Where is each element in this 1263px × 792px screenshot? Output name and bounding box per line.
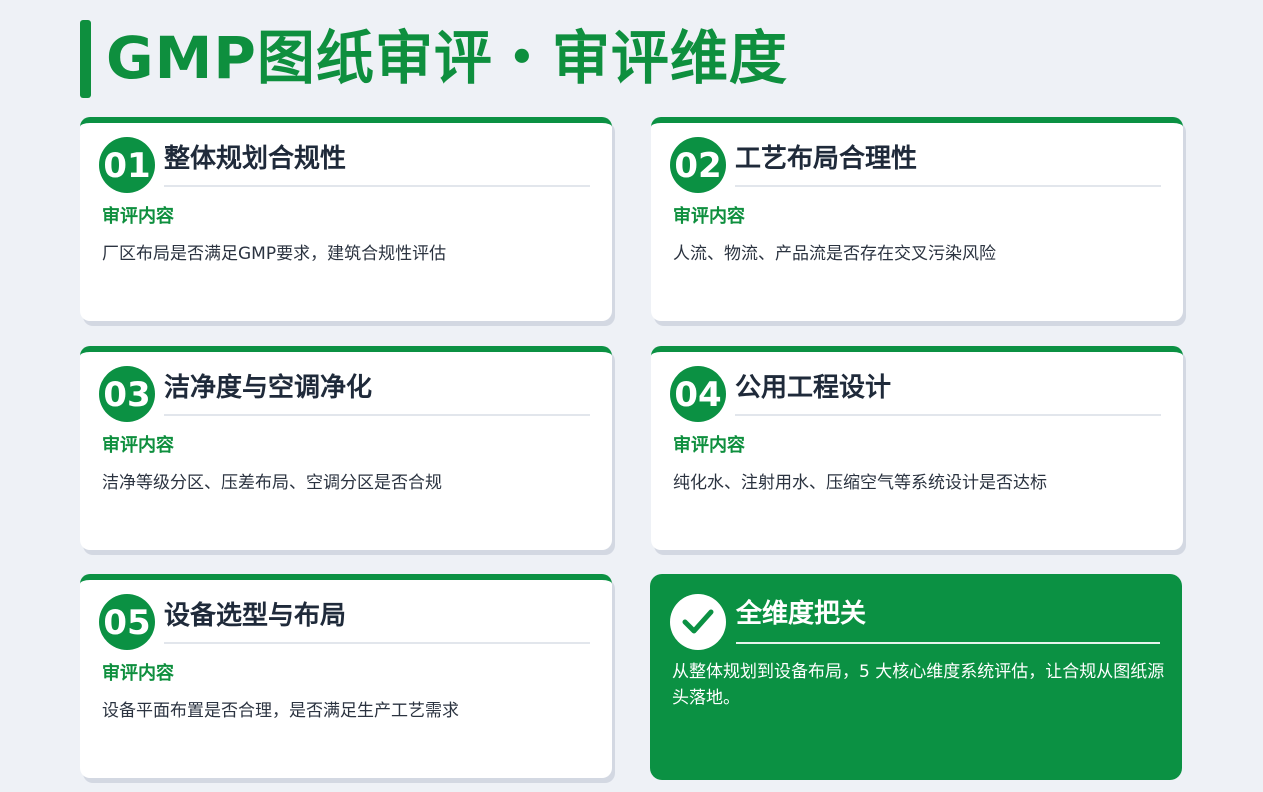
card-title: 公用工程设计 — [735, 373, 892, 403]
card-number-badge: 03 — [99, 366, 155, 422]
card-title: 设备选型与布局 — [164, 601, 347, 631]
summary-card: 全维度把关 从整体规划到设备布局，5 大核心维度系统评估，让合规从图纸源头落地。 — [650, 574, 1182, 780]
dimension-card-2: 02 工艺布局合理性 审评内容 人流、物流、产品流是否存在交叉污染风险 — [651, 117, 1183, 321]
summary-description: 从整体规划到设备布局，5 大核心维度系统评估，让合规从图纸源头落地。 — [672, 662, 1165, 708]
summary-divider — [736, 642, 1160, 644]
card-sub-label: 审评内容 — [102, 663, 174, 684]
card-sub-label: 审评内容 — [673, 435, 745, 456]
card-description: 设备平面布置是否合理，是否满足生产工艺需求 — [102, 701, 459, 721]
card-description: 洁净等级分区、压差布局、空调分区是否合规 — [102, 473, 442, 493]
card-divider — [164, 642, 590, 644]
card-divider — [164, 185, 590, 187]
card-number-badge: 05 — [99, 594, 155, 650]
title-accent-bar — [80, 20, 91, 98]
card-sub-label: 审评内容 — [673, 206, 745, 227]
page-title: GMP图纸审评・审评维度 — [106, 24, 788, 92]
card-divider — [735, 185, 1161, 187]
card-description: 纯化水、注射用水、压缩空气等系统设计是否达标 — [673, 473, 1047, 493]
card-sub-label: 审评内容 — [102, 206, 174, 227]
card-title: 工艺布局合理性 — [735, 144, 918, 174]
card-divider — [735, 414, 1161, 416]
dimension-card-4: 04 公用工程设计 审评内容 纯化水、注射用水、压缩空气等系统设计是否达标 — [651, 346, 1183, 550]
dimension-card-5: 05 设备选型与布局 审评内容 设备平面布置是否合理，是否满足生产工艺需求 — [80, 574, 612, 778]
card-sub-label: 审评内容 — [102, 435, 174, 456]
check-icon — [670, 594, 726, 650]
card-title: 洁净度与空调净化 — [164, 373, 373, 403]
summary-title: 全维度把关 — [736, 599, 867, 629]
card-number-badge: 02 — [670, 137, 726, 193]
dimension-card-1: 01 整体规划合规性 审评内容 厂区布局是否满足GMP要求，建筑合规性评估 — [80, 117, 612, 321]
card-number-badge: 04 — [670, 366, 726, 422]
card-divider — [164, 414, 590, 416]
card-description: 厂区布局是否满足GMP要求，建筑合规性评估 — [102, 244, 447, 264]
card-number-badge: 01 — [99, 137, 155, 193]
dimension-card-3: 03 洁净度与空调净化 审评内容 洁净等级分区、压差布局、空调分区是否合规 — [80, 346, 612, 550]
card-title: 整体规划合规性 — [164, 144, 347, 174]
card-description: 人流、物流、产品流是否存在交叉污染风险 — [673, 244, 996, 264]
